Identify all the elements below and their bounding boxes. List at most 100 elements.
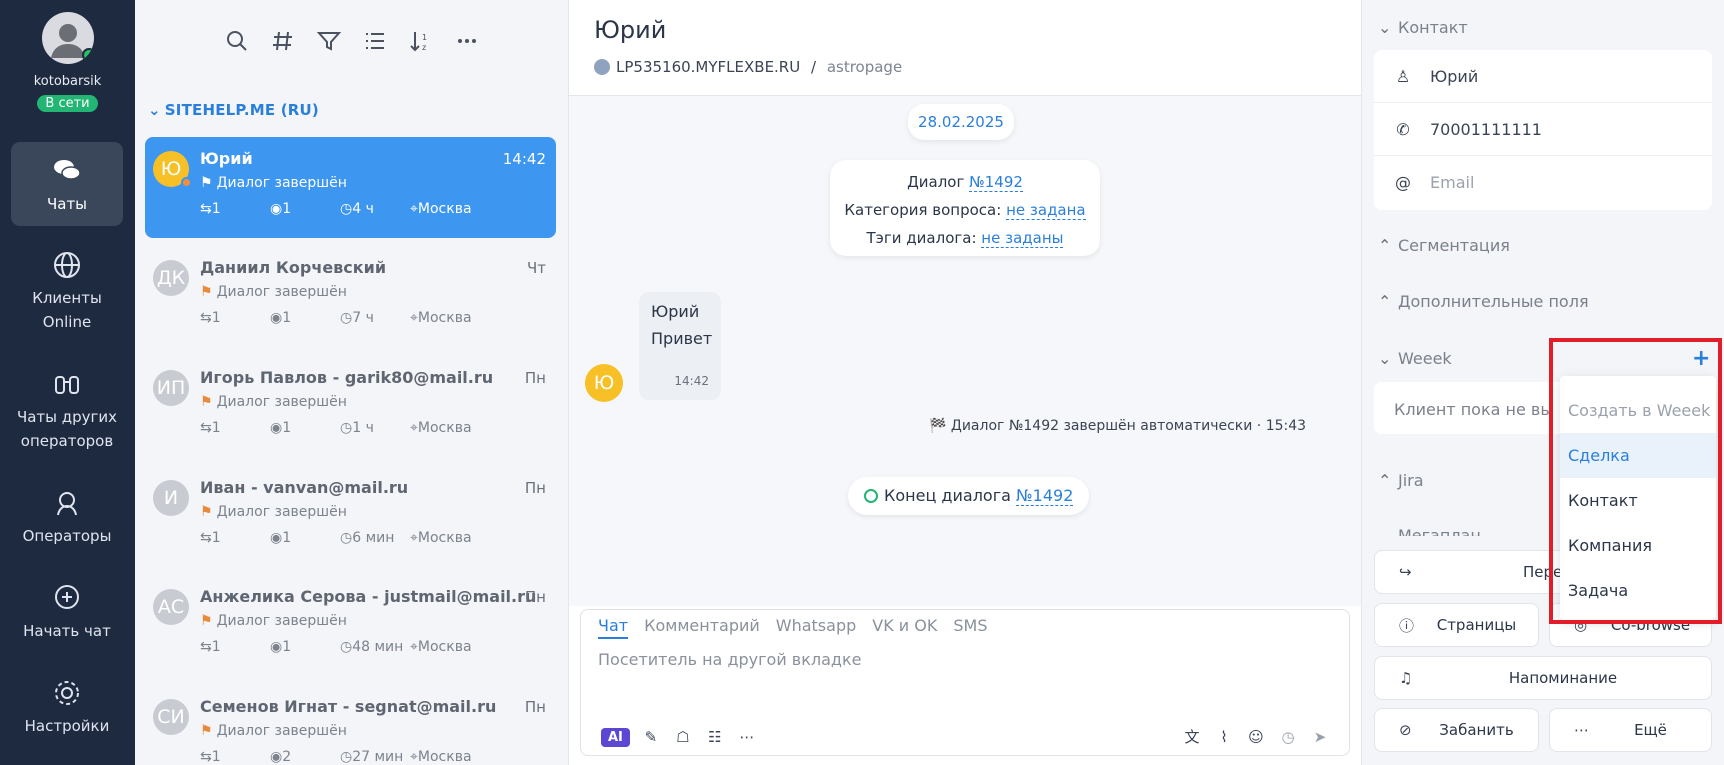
section-megaplan[interactable]: ⌄ Мегаплан bbox=[1378, 526, 1481, 536]
message-author: Юрий bbox=[651, 302, 700, 321]
tags-link[interactable]: не заданы bbox=[981, 229, 1064, 248]
section-contact[interactable]: ⌄ Контакт bbox=[1378, 18, 1468, 37]
chat-list-item[interactable]: И Иван - vanvan@mail.ru Пн ⚑ Диалог завершён… bbox=[145, 466, 556, 567]
reply-icon: ⇆ bbox=[200, 530, 212, 546]
section-segmentation[interactable]: ⌃ Сегментация bbox=[1378, 236, 1510, 255]
replies-count: ⇆1 bbox=[200, 749, 270, 765]
nav-item-start-chat[interactable]: Начать чат bbox=[11, 569, 123, 653]
more-icon[interactable] bbox=[454, 28, 480, 54]
duration-value: 27 мин bbox=[352, 749, 404, 765]
flag-icon: ⚑ bbox=[200, 613, 213, 629]
flag-icon: ⚑ bbox=[200, 175, 213, 191]
chat-list-item[interactable]: ДК Даниил Корчевский Чт ⚑ Диалог завершён ⇆1 ◉… bbox=[145, 246, 556, 347]
tab-vk-ok[interactable]: VK и OK bbox=[872, 616, 937, 639]
city: ⌖Москва bbox=[410, 749, 472, 765]
left-nav: kotobarsik В сети Чаты Клиенты Online Ча… bbox=[0, 0, 135, 765]
send-icon[interactable]: ➤ bbox=[1309, 726, 1331, 748]
views-value: 1 bbox=[282, 310, 292, 326]
search-icon[interactable] bbox=[224, 28, 250, 54]
templates-icon[interactable]: ☷ bbox=[704, 726, 726, 748]
group-header[interactable]: ⌄ SITEHELP.ME (RU) bbox=[148, 101, 319, 119]
nav-item-other-chats[interactable]: Чаты других операторов bbox=[11, 355, 123, 455]
chat-list-item[interactable]: ИП Игорь Павлов - garik80@mail.ru Пн ⚑ Диало… bbox=[145, 356, 556, 457]
ban-button[interactable]: ⊘ Забанить bbox=[1374, 708, 1539, 752]
email-field[interactable]: @ Email bbox=[1374, 156, 1712, 209]
reply-icon: ⇆ bbox=[200, 639, 212, 655]
chat-meta: ⇆1 ◉1 ◷1 ч ⌖Москва bbox=[200, 420, 472, 436]
chat-title: Юрий bbox=[594, 16, 667, 44]
end-dialog-link[interactable]: №1492 bbox=[1016, 486, 1074, 506]
flag-icon: ⚑ bbox=[200, 284, 213, 300]
chats-icon bbox=[54, 160, 81, 180]
status-text: Диалог завершён bbox=[216, 613, 347, 629]
clock-icon: ◷ bbox=[340, 749, 353, 765]
emoji-icon[interactable]: ☺ bbox=[1245, 726, 1267, 748]
nav-item-operators[interactable]: Операторы bbox=[11, 474, 123, 558]
replies-count: ⇆1 bbox=[200, 201, 270, 217]
status-text: Диалог завершён bbox=[216, 175, 347, 191]
user-block[interactable]: kotobarsik В сети bbox=[0, 12, 135, 112]
clock-icon[interactable]: ◷ bbox=[1277, 726, 1299, 748]
composer-tabs: Чат Комментарий Whatsapp VK и OK SMS bbox=[598, 616, 987, 639]
sort-icon[interactable]: 1z bbox=[408, 28, 434, 54]
message-text: Привет bbox=[651, 329, 713, 348]
flag-icon: ⚑ bbox=[200, 504, 213, 520]
section-title: Контакт bbox=[1398, 18, 1468, 37]
tab-sms[interactable]: SMS bbox=[953, 616, 987, 639]
views-count: ◉1 bbox=[270, 201, 340, 217]
contact-name-row[interactable]: ♙ Юрий bbox=[1374, 50, 1712, 103]
site-page[interactable]: astropage bbox=[827, 58, 902, 76]
tab-chat[interactable]: Чат bbox=[598, 616, 629, 639]
filter-icon[interactable] bbox=[316, 28, 342, 54]
email-placeholder: Email bbox=[1430, 173, 1475, 192]
chat-list-item[interactable]: Ю Юрий 14:42 ⚑ Диалог завершён ⇆1 ◉1 ◷4 ч ⌖Москв… bbox=[145, 137, 556, 238]
duration-value: 48 мин bbox=[352, 639, 404, 655]
chat-meta: ⇆1 ◉1 ◷6 мин ⌖Москва bbox=[200, 530, 472, 546]
section-title: Jira bbox=[1398, 471, 1424, 490]
replies-value: 1 bbox=[211, 530, 221, 546]
list-icon[interactable] bbox=[362, 28, 388, 54]
flag-icon: ⚑ bbox=[200, 394, 213, 410]
status-text: Диалог завершён bbox=[216, 284, 347, 300]
tab-comment[interactable]: Комментарий bbox=[644, 616, 760, 639]
composer: Чат Комментарий Whatsapp VK и OK SMS Пос… bbox=[580, 609, 1350, 756]
more-button[interactable]: ⋯ Ещё bbox=[1549, 708, 1712, 752]
magic-wand-icon[interactable]: ✎ bbox=[640, 726, 662, 748]
duration: ◷7 ч bbox=[340, 310, 410, 326]
category-link[interactable]: не задана bbox=[1006, 201, 1086, 220]
pages-button[interactable]: ⓘ Страницы bbox=[1374, 603, 1539, 647]
site-domain[interactable]: LP535160.MYFLEXBE.RU bbox=[616, 58, 800, 76]
phone-icon: ✆ bbox=[1396, 119, 1410, 139]
chat-list-item[interactable]: СИ Семенов Игнат - segnat@mail.ru Пн ⚑ Диало… bbox=[145, 685, 556, 765]
replies-value: 1 bbox=[211, 420, 221, 436]
status-badge[interactable]: В сети bbox=[37, 95, 98, 112]
nav-item-chats[interactable]: Чаты bbox=[11, 142, 123, 226]
chat-name: Анжелика Серова - justmail@mail.ru bbox=[200, 587, 537, 606]
section-extra-fields[interactable]: ⌃ Дополнительные поля bbox=[1378, 292, 1589, 311]
section-weeek[interactable]: ⌄ Weeek bbox=[1378, 349, 1452, 368]
hash-icon[interactable] bbox=[270, 28, 296, 54]
city: ⌖Москва bbox=[410, 530, 472, 546]
ai-button[interactable]: AI bbox=[601, 727, 630, 747]
chat-name: Даниил Корчевский bbox=[200, 258, 387, 277]
chat-list-item[interactable]: АС Анжелика Серова - justmail@mail.ru Пн ⚑ Д… bbox=[145, 575, 556, 676]
contact-phone-row[interactable]: ✆ 70001111111 bbox=[1374, 103, 1712, 156]
chat-name: Игорь Павлов - garik80@mail.ru bbox=[200, 368, 494, 387]
dialog-number-link[interactable]: №1492 bbox=[969, 173, 1023, 192]
contact-card: ♙ Юрий ✆ 70001111111 @ Email bbox=[1374, 50, 1712, 210]
nav-item-clients-online[interactable]: Клиенты Online bbox=[11, 236, 123, 336]
attach-icon[interactable]: ⌇ bbox=[1213, 726, 1235, 748]
reminder-button[interactable]: ♫ Напоминание bbox=[1374, 656, 1712, 700]
section-jira[interactable]: ⌃ Jira bbox=[1378, 471, 1424, 490]
more-icon[interactable]: ⋯ bbox=[736, 726, 758, 748]
nav-item-label: Чаты других операторов bbox=[16, 408, 118, 450]
avatar[interactable] bbox=[41, 12, 94, 64]
tab-whatsapp[interactable]: Whatsapp bbox=[776, 616, 857, 639]
translate-icon[interactable]: 文 bbox=[1181, 726, 1203, 748]
nav-item-label: Начать чат bbox=[23, 622, 111, 640]
chat-time: Пн bbox=[524, 479, 546, 497]
bot-icon[interactable]: ☖ bbox=[672, 726, 694, 748]
nav-item-settings[interactable]: Настройки bbox=[11, 664, 123, 748]
message-input[interactable]: Посетитель на другой вкладке bbox=[598, 650, 862, 669]
chat-status: ⚑ Диалог завершён bbox=[200, 504, 347, 520]
